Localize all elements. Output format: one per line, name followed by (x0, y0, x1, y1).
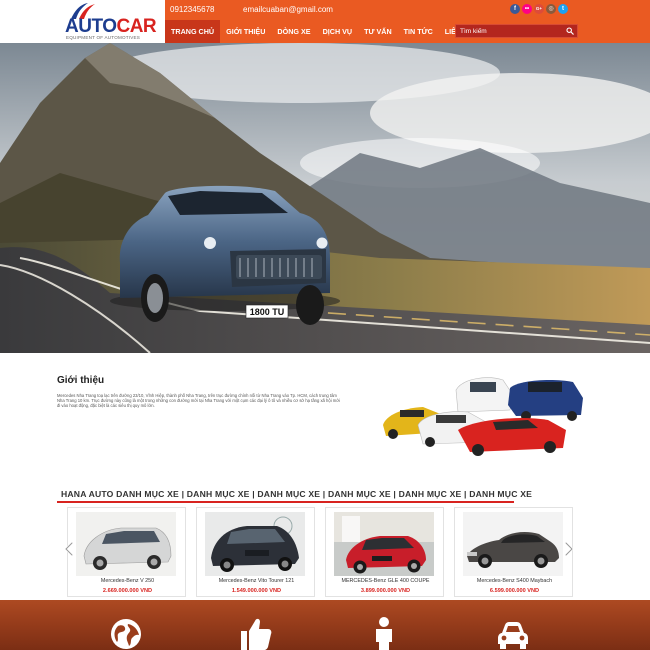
product-card[interactable]: Mercedes-Benz S400 Maybach 6.599.000.000… (454, 507, 573, 597)
search-box (455, 24, 578, 38)
product-image (463, 512, 563, 576)
category-title[interactable]: HANA AUTO DANH MỤC XE | DANH MỤC XE | DA… (61, 489, 532, 499)
product-image (76, 512, 176, 576)
contact-email[interactable]: emailcuaban@gmail.com (243, 5, 333, 14)
nav-item-consulting[interactable]: TƯ VẤN (358, 20, 398, 43)
google-plus-icon[interactable]: G+ (534, 4, 544, 14)
nav-item-news[interactable]: TIN TỨC (398, 20, 439, 43)
product-price: 6.599.000.000 VND (489, 588, 540, 594)
hero-banner: 1800 TU (0, 43, 650, 353)
twitter-icon[interactable]: t (558, 4, 568, 14)
carousel-next-icon[interactable] (563, 541, 575, 557)
intro-text: Mercedes Nha Trang toạ lạc trên đường 23… (57, 393, 340, 409)
product-image (205, 512, 305, 576)
product-image (334, 512, 434, 576)
main-nav: TRANG CHỦ GIỚI THIỆU DÒNG XE DỊCH VỤ TƯ … (165, 20, 479, 43)
product-name: Mercedes-Benz S400 Maybach (476, 578, 553, 584)
nav-item-home[interactable]: TRANG CHỦ (165, 20, 221, 43)
site-logo[interactable]: AUTOCAR EQUIPMENT OF AUTOMOTIVES (62, 0, 165, 43)
site-header: AUTOCAR EQUIPMENT OF AUTOMOTIVES 0912345… (0, 0, 650, 43)
nav-item-about[interactable]: GIỚI THIỆU (220, 20, 271, 43)
product-price: 2.669.000.000 VND (102, 588, 153, 594)
product-card[interactable]: Mercedes-Benz V 250 2.669.000.000 VND (67, 507, 186, 597)
product-carousel: Mercedes-Benz V 250 2.669.000.000 VND Me… (67, 507, 575, 597)
license-plate: 1800 TU (250, 307, 285, 317)
product-price: 3.899.000.000 VND (360, 588, 411, 594)
instagram-icon[interactable]: ◎ (546, 4, 556, 14)
category-bar: HANA AUTO DANH MỤC XE | DANH MỤC XE | DA… (57, 484, 532, 503)
logo-word-car: CAR (116, 16, 157, 37)
product-name: MERCEDES-Benz GLE 400 COUPE (341, 578, 430, 584)
intro-title: Giới thiệu (57, 375, 105, 386)
logo-word-auto: AUTO (65, 16, 117, 37)
logo-wordmark: AUTOCAR (65, 16, 157, 37)
car-icon (498, 622, 528, 649)
logo-tagline: EQUIPMENT OF AUTOMOTIVES (66, 35, 141, 40)
product-name: Mercedes-Benz V 250 (100, 578, 155, 584)
product-card[interactable]: Mercedes-Benz Vito Tourer 121 1.549.000.… (196, 507, 315, 597)
product-price: 1.549.000.000 VND (231, 588, 282, 594)
globe-icon (111, 619, 141, 649)
contact-phone[interactable]: 0912345678 (170, 5, 215, 14)
product-name: Mercedes-Benz Vito Tourer 121 (218, 578, 295, 584)
hero-image: 1800 TU (0, 43, 650, 353)
product-card[interactable]: MERCEDES-Benz GLE 400 COUPE 3.899.000.00… (325, 507, 444, 597)
carousel-prev-icon[interactable] (63, 541, 75, 557)
nav-item-services[interactable]: DỊCH VỤ (317, 20, 359, 43)
header-left-strip (0, 0, 62, 43)
social-links: f •• G+ ◎ t (510, 4, 568, 15)
person-icon (376, 617, 392, 650)
nav-item-car-lines[interactable]: DÒNG XE (271, 20, 316, 43)
features-band (0, 600, 650, 650)
intro-cars-image (383, 377, 583, 456)
search-icon[interactable] (566, 27, 574, 35)
facebook-icon[interactable]: f (510, 4, 520, 14)
flickr-icon[interactable]: •• (522, 4, 532, 14)
thumbs-up-icon (241, 618, 272, 650)
search-input[interactable] (456, 25, 564, 37)
